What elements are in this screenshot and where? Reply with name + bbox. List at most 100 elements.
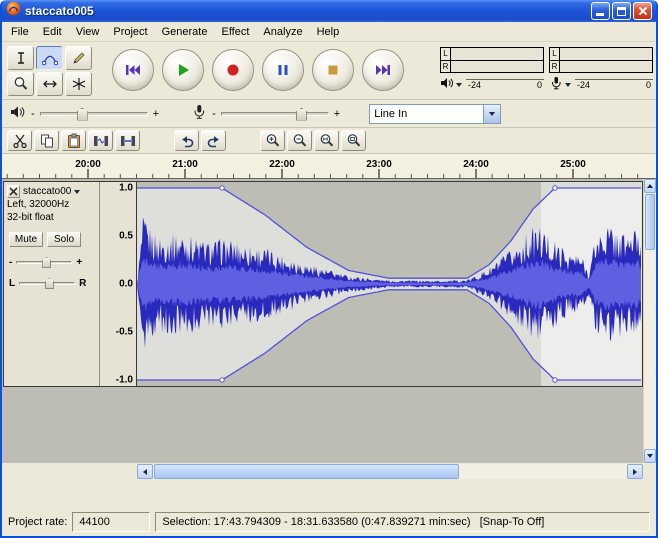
- input-source-select[interactable]: Line In: [369, 104, 501, 124]
- minimize-button[interactable]: [591, 2, 610, 20]
- undo-arrow-icon: [179, 133, 195, 149]
- speaker-icon: [10, 104, 26, 123]
- solo-button[interactable]: Solo: [47, 232, 81, 247]
- pan-right-label: R: [79, 278, 86, 289]
- close-icon: [638, 6, 648, 16]
- mute-button[interactable]: Mute: [9, 232, 43, 247]
- zoom-in-button[interactable]: [260, 130, 285, 151]
- envelope-tool-button[interactable]: [36, 46, 63, 70]
- input-source-dropdown-button[interactable]: [483, 105, 500, 123]
- waveform-display[interactable]: [137, 182, 642, 386]
- pan-slider[interactable]: [19, 282, 75, 285]
- menu-generate[interactable]: Generate: [155, 24, 215, 40]
- trim-button[interactable]: [88, 130, 113, 151]
- titlebar[interactable]: staccato005: [2, 0, 656, 22]
- svg-text:20:00: 20:00: [75, 159, 101, 170]
- zoom-out-button[interactable]: [287, 130, 312, 151]
- zoom-tool-button[interactable]: [7, 72, 34, 96]
- input-volume-slider[interactable]: [221, 112, 329, 116]
- fit-selection-icon: [319, 133, 335, 149]
- stop-icon: [324, 61, 342, 79]
- input-meter-bars: L R: [549, 47, 653, 73]
- menu-view[interactable]: View: [69, 24, 107, 40]
- play-icon: [174, 61, 192, 79]
- menu-project[interactable]: Project: [106, 24, 154, 40]
- selection-tool-button[interactable]: [7, 46, 34, 70]
- horizontal-scrollbar[interactable]: [137, 464, 643, 479]
- output-right-track: [451, 61, 543, 72]
- copy-button[interactable]: [34, 130, 59, 151]
- input-volume-thumb[interactable]: [296, 108, 307, 121]
- timeline-ruler[interactable]: 20:0021:0022:0023:0024:0025:00: [2, 154, 656, 179]
- timeshift-tool-button[interactable]: [36, 72, 63, 96]
- fit-project-icon: [346, 133, 362, 149]
- zoom-out-icon: [292, 133, 308, 149]
- record-icon: [224, 61, 242, 79]
- output-meter[interactable]: L R -240: [440, 47, 544, 95]
- record-button[interactable]: [212, 49, 254, 91]
- vertical-scroll-track[interactable]: [644, 251, 656, 449]
- input-scale-min: -24: [577, 80, 590, 90]
- menu-analyze[interactable]: Analyze: [256, 24, 309, 40]
- cut-button[interactable]: [7, 130, 32, 151]
- pencil-icon: [71, 50, 87, 66]
- fit-selection-button[interactable]: [314, 130, 339, 151]
- pause-button[interactable]: [262, 49, 304, 91]
- pan-left-label: L: [9, 278, 15, 289]
- menu-help[interactable]: Help: [310, 24, 347, 40]
- vertical-scroll-thumb[interactable]: [645, 194, 655, 250]
- silence-icon: [120, 133, 136, 149]
- scroll-down-button[interactable]: [644, 449, 656, 463]
- track-name[interactable]: staccato00: [23, 186, 71, 197]
- horizontal-scroll-thumb[interactable]: [154, 464, 459, 479]
- silence-button[interactable]: [115, 130, 140, 151]
- transport-controls: [112, 49, 404, 91]
- hscroll-row: [2, 463, 656, 481]
- gain-slider-thumb[interactable]: [42, 257, 51, 268]
- menu-effect[interactable]: Effect: [214, 24, 256, 40]
- pan-slider-thumb[interactable]: [45, 278, 54, 289]
- draw-tool-button[interactable]: [65, 46, 92, 70]
- scroll-left-button[interactable]: [137, 464, 153, 479]
- input-meter[interactable]: L R -240: [549, 47, 653, 95]
- output-volume-thumb[interactable]: [77, 108, 88, 121]
- scroll-right-button[interactable]: [627, 464, 643, 479]
- track-menu-arrow-icon[interactable]: [74, 190, 80, 197]
- redo-arrow-icon: [206, 133, 222, 149]
- play-button[interactable]: [162, 49, 204, 91]
- copy-icon: [39, 133, 55, 149]
- edit-toolbar: [2, 128, 656, 154]
- amp-label-1: 1.0: [119, 183, 133, 194]
- track-close-button[interactable]: [7, 185, 20, 198]
- vertical-ruler[interactable]: 1.0 0.5 0.0 -0.5 -1.0: [100, 182, 137, 386]
- menu-edit[interactable]: Edit: [36, 24, 69, 40]
- zoom-in-icon: [265, 133, 281, 149]
- stop-button[interactable]: [312, 49, 354, 91]
- amp-label-neg1: -1.0: [116, 375, 133, 386]
- maximize-icon: [617, 7, 626, 16]
- undo-button[interactable]: [174, 130, 199, 151]
- input-volume-max-label: +: [334, 108, 340, 120]
- vertical-scrollbar[interactable]: [643, 179, 656, 463]
- input-source-value: Line In: [370, 105, 483, 123]
- gain-slider[interactable]: [16, 261, 72, 264]
- output-volume-slider[interactable]: [40, 112, 148, 116]
- input-meter-dropdown-icon[interactable]: [565, 83, 571, 90]
- main-toolbar: L R -240 L R -240: [2, 42, 656, 100]
- audacity-logo-icon: [6, 1, 21, 21]
- mixer-toolbar: - + - + Line In: [2, 100, 656, 128]
- fit-project-button[interactable]: [341, 130, 366, 151]
- trim-icon: [93, 133, 109, 149]
- maximize-button[interactable]: [612, 2, 631, 20]
- paste-button[interactable]: [61, 130, 86, 151]
- redo-button[interactable]: [201, 130, 226, 151]
- forward-button[interactable]: [362, 49, 404, 91]
- scroll-up-button[interactable]: [644, 179, 656, 193]
- rewind-button[interactable]: [112, 49, 154, 91]
- close-button[interactable]: [633, 2, 652, 20]
- output-meter-dropdown-icon[interactable]: [456, 83, 462, 90]
- multi-tool-button[interactable]: [65, 72, 92, 96]
- meter-toolbar: L R -240 L R -240: [440, 47, 653, 95]
- menu-file[interactable]: File: [4, 24, 36, 40]
- horizontal-scroll-track[interactable]: [153, 464, 627, 479]
